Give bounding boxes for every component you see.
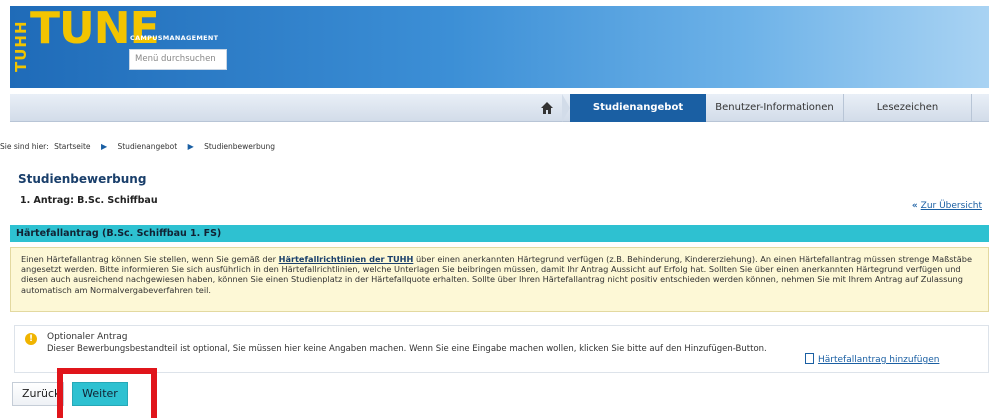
home-icon[interactable]: [540, 101, 554, 115]
app-header: TUHH TUNE CAMPUSMANAGEMENT Menü durchsuc…: [10, 4, 989, 88]
optional-application-box: ! Optionaler Antrag Dieser Bewerbungsbes…: [14, 325, 989, 373]
tuhh-logo: TUHH: [12, 20, 30, 72]
menu-search-input[interactable]: Menü durchsuchen: [129, 49, 227, 70]
breadcrumb-item-studienangebot[interactable]: Studienangebot: [117, 142, 177, 151]
chevron-right-icon: ▶: [187, 142, 194, 151]
overview-link[interactable]: «Zur Übersicht: [912, 201, 982, 211]
breadcrumb: Sie sind hier: Startseite ▶ Studienangeb…: [0, 142, 275, 151]
optional-text: Dieser Bewerbungsbestandteil ist optiona…: [47, 344, 767, 354]
application-subtitle: 1. Antrag: B.Sc. Schiffbau: [20, 195, 158, 206]
breadcrumb-item-studienbewerbung[interactable]: Studienbewerbung: [204, 142, 275, 151]
exclamation-icon: !: [25, 333, 37, 345]
tune-logo[interactable]: TUNE: [30, 4, 160, 54]
section-header: Härtefallantrag (B.Sc. Schiffbau 1. FS): [10, 225, 989, 242]
nav-tab-benutzer-informationen[interactable]: Benutzer-Informationen: [706, 94, 844, 122]
nav-tab-studienangebot[interactable]: Studienangebot: [562, 94, 706, 122]
add-hardship-application-link[interactable]: Härtefallantrag hinzufügen: [805, 353, 939, 366]
double-chevron-left-icon: «: [911, 201, 918, 211]
breadcrumb-prefix: Sie sind hier:: [0, 142, 49, 151]
logo-subtitle: CAMPUSMANAGEMENT: [130, 34, 219, 42]
chevron-right-icon: ▶: [100, 142, 108, 151]
add-document-icon: [805, 353, 814, 364]
optional-title: Optionaler Antrag: [47, 332, 128, 342]
breadcrumb-item-startseite[interactable]: Startseite: [54, 142, 90, 151]
info-box: Einen Härtefallantrag können Sie stellen…: [10, 247, 989, 312]
nav-tab-lesezeichen[interactable]: Lesezeichen: [844, 94, 972, 122]
hardship-guidelines-link[interactable]: Härtefallrichtlinien der TUHH: [279, 254, 414, 264]
info-text-part1: Einen Härtefallantrag können Sie stellen…: [21, 254, 279, 264]
page-title: Studienbewerbung: [18, 172, 147, 186]
main-navigation: Studienangebot Benutzer-Informationen Le…: [10, 94, 989, 122]
highlight-box: [57, 368, 157, 418]
